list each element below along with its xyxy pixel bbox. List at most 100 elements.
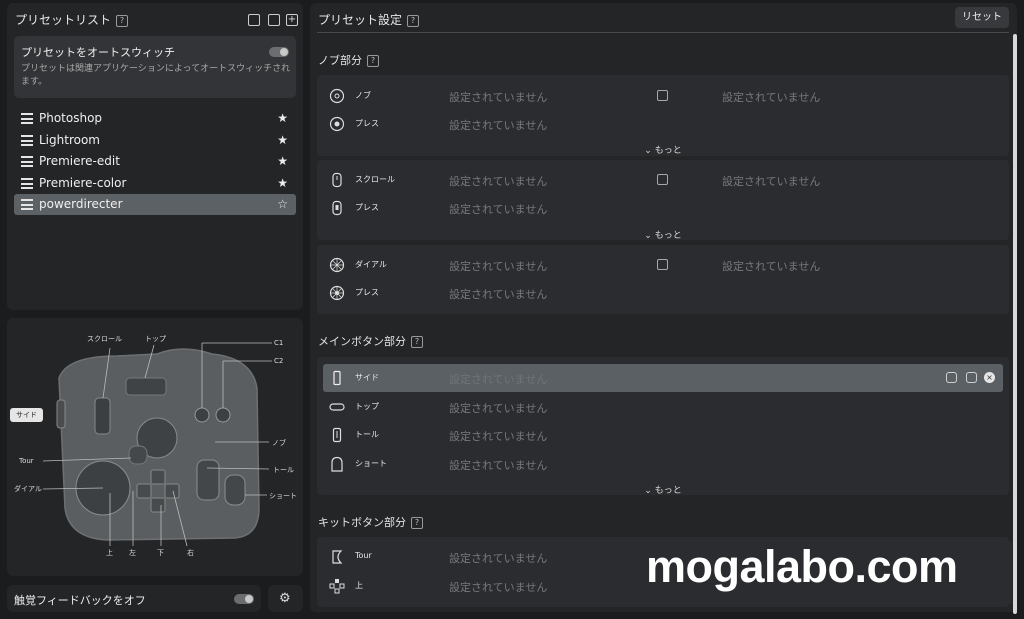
drag-handle-icon[interactable] [21,113,33,124]
dial-press-row[interactable]: プレス 設定されていません [317,279,1009,307]
c2-label: C2 [274,357,284,365]
auto-switch-toggle[interactable] [269,47,289,57]
top-row[interactable]: トップ 設定されていません [317,393,1009,421]
knob-section-title: ノブ部分? [318,52,379,68]
document-icon[interactable] [657,259,668,270]
reset-button[interactable]: リセット [955,7,1009,28]
unset-value[interactable]: 設定されていません [449,579,547,595]
add-preset-icon[interactable]: + [286,14,298,26]
star-icon[interactable]: ★ [277,108,288,129]
preset-item[interactable]: Premiere-color ★ [14,173,296,194]
star-icon[interactable]: ★ [277,173,288,194]
tour-button-icon [332,550,343,564]
auto-switch-card: プリセットをオートスウィッチ プリセットは関連アプリケーションによってオートスウ… [14,36,296,98]
dial-row[interactable]: ダイアル 設定されていません 設定されていません [317,251,1009,279]
unset-value[interactable]: 設定されていません [449,371,547,387]
scroll-label: スクロール [87,335,122,343]
row-label: Tour [355,551,372,560]
auto-switch-title: プリセットをオートスウィッチ [21,46,175,59]
preset-settings-title: プリセット設定? [318,11,420,28]
settings-button[interactable]: ⚙ [268,585,303,612]
row-label: ノブ [355,91,371,100]
row-label: ダイアル [355,260,387,269]
help-icon[interactable]: ? [407,14,420,27]
left-label: 左 [129,549,136,557]
star-icon[interactable]: ★ [277,151,288,172]
dial-label: ダイアル [14,485,42,493]
preset-item-selected[interactable]: powerdirecter ☆ [14,194,296,215]
import-icon[interactable] [268,14,280,26]
unset-value[interactable]: 設定されていません [449,428,547,444]
unset-value[interactable]: 設定されていません [449,201,547,217]
auto-switch-description: プリセットは関連アプリケーションによってオートスウィッチされます。 [21,64,291,87]
unset-value[interactable]: 設定されていません [449,400,547,416]
preset-item[interactable]: Photoshop ★ [14,108,296,129]
haptic-toggle[interactable] [234,594,254,604]
drag-handle-icon[interactable] [21,178,33,189]
knob-row[interactable]: ノブ 設定されていません 設定されていません [317,82,1009,110]
device-illustration [42,342,272,547]
side-label-badge[interactable]: サイド [10,408,43,422]
star-outline-icon[interactable]: ☆ [277,194,288,215]
unset-value[interactable]: 設定されていません [722,258,820,274]
toll-row[interactable]: トール 設定されていません [317,421,1009,449]
haptic-label: 触覚フィードバックをオフ [14,594,146,607]
c1-label: C1 [274,339,284,347]
header-divider [317,32,1009,33]
unset-value[interactable]: 設定されていません [449,173,547,189]
unset-value[interactable]: 設定されていません [722,89,820,105]
unset-value[interactable]: 設定されていません [449,457,547,473]
up-label: 上 [106,549,113,557]
row-label: プレス [355,203,379,212]
unset-value[interactable]: 設定されていません [722,173,820,189]
row-label: 上 [355,581,363,590]
device-panel: スクロール トップ C1 C2 サイド ノブ Tour トール ダイアル ショー… [7,318,303,576]
chevron-down-icon: ⌄ [644,146,655,156]
gear-icon: ⚙ [279,591,291,606]
unset-value[interactable]: 設定されていません [449,89,547,105]
tour-label: Tour [19,457,34,465]
preset-name: Premiere-edit [39,154,120,168]
drag-handle-icon[interactable] [21,135,33,146]
scrollbar[interactable] [1013,34,1017,614]
more-toggle[interactable]: ⌄ もっと [317,483,1009,496]
unset-value[interactable]: 設定されていません [449,258,547,274]
copy-icon[interactable] [966,372,977,383]
help-icon[interactable]: ? [411,336,423,348]
knob-icon [329,88,345,104]
star-icon[interactable]: ★ [277,130,288,151]
top-label: トップ [145,335,166,343]
export-icon[interactable] [248,14,260,26]
help-icon[interactable]: ? [116,14,129,27]
keyboard-icon[interactable] [946,372,957,383]
preset-item[interactable]: Premiere-edit ★ [14,151,296,172]
side-button-icon [333,370,341,386]
help-icon[interactable]: ? [411,517,423,529]
kit-section-title: キットボタン部分? [318,514,423,530]
scroll-row[interactable]: スクロール 設定されていません 設定されていません [317,166,1009,194]
more-toggle[interactable]: ⌄ もっと [317,228,1009,241]
knob-press-row[interactable]: プレス 設定されていません [317,110,1009,138]
document-icon[interactable] [657,90,668,101]
more-toggle[interactable]: ⌄ もっと [317,143,1009,156]
preset-name: powerdirecter [39,197,123,211]
right-label: 右 [187,549,194,557]
row-label: トップ [355,402,379,411]
side-row-selected[interactable]: サイド 設定されていません × [323,364,1003,392]
scroll-press-row[interactable]: プレス 設定されていません [317,194,1009,222]
haptic-bar: 触覚フィードバックをオフ [7,585,261,612]
chevron-down-icon: ⌄ [644,231,655,241]
preset-item[interactable]: Lightroom ★ [14,130,296,151]
clear-icon[interactable]: × [984,372,995,383]
short-row[interactable]: ショート 設定されていません [317,450,1009,478]
document-icon[interactable] [657,174,668,185]
drag-handle-icon[interactable] [21,156,33,167]
toll-button-icon [332,427,342,443]
main-button-group: サイド 設定されていません × トップ 設定されていません トール 設定されてい… [317,357,1009,496]
unset-value[interactable]: 設定されていません [449,286,547,302]
unset-value[interactable]: 設定されていません [449,117,547,133]
unset-value[interactable]: 設定されていません [449,550,547,566]
row-label: サイド [355,373,379,382]
drag-handle-icon[interactable] [21,199,33,210]
help-icon[interactable]: ? [367,55,379,67]
